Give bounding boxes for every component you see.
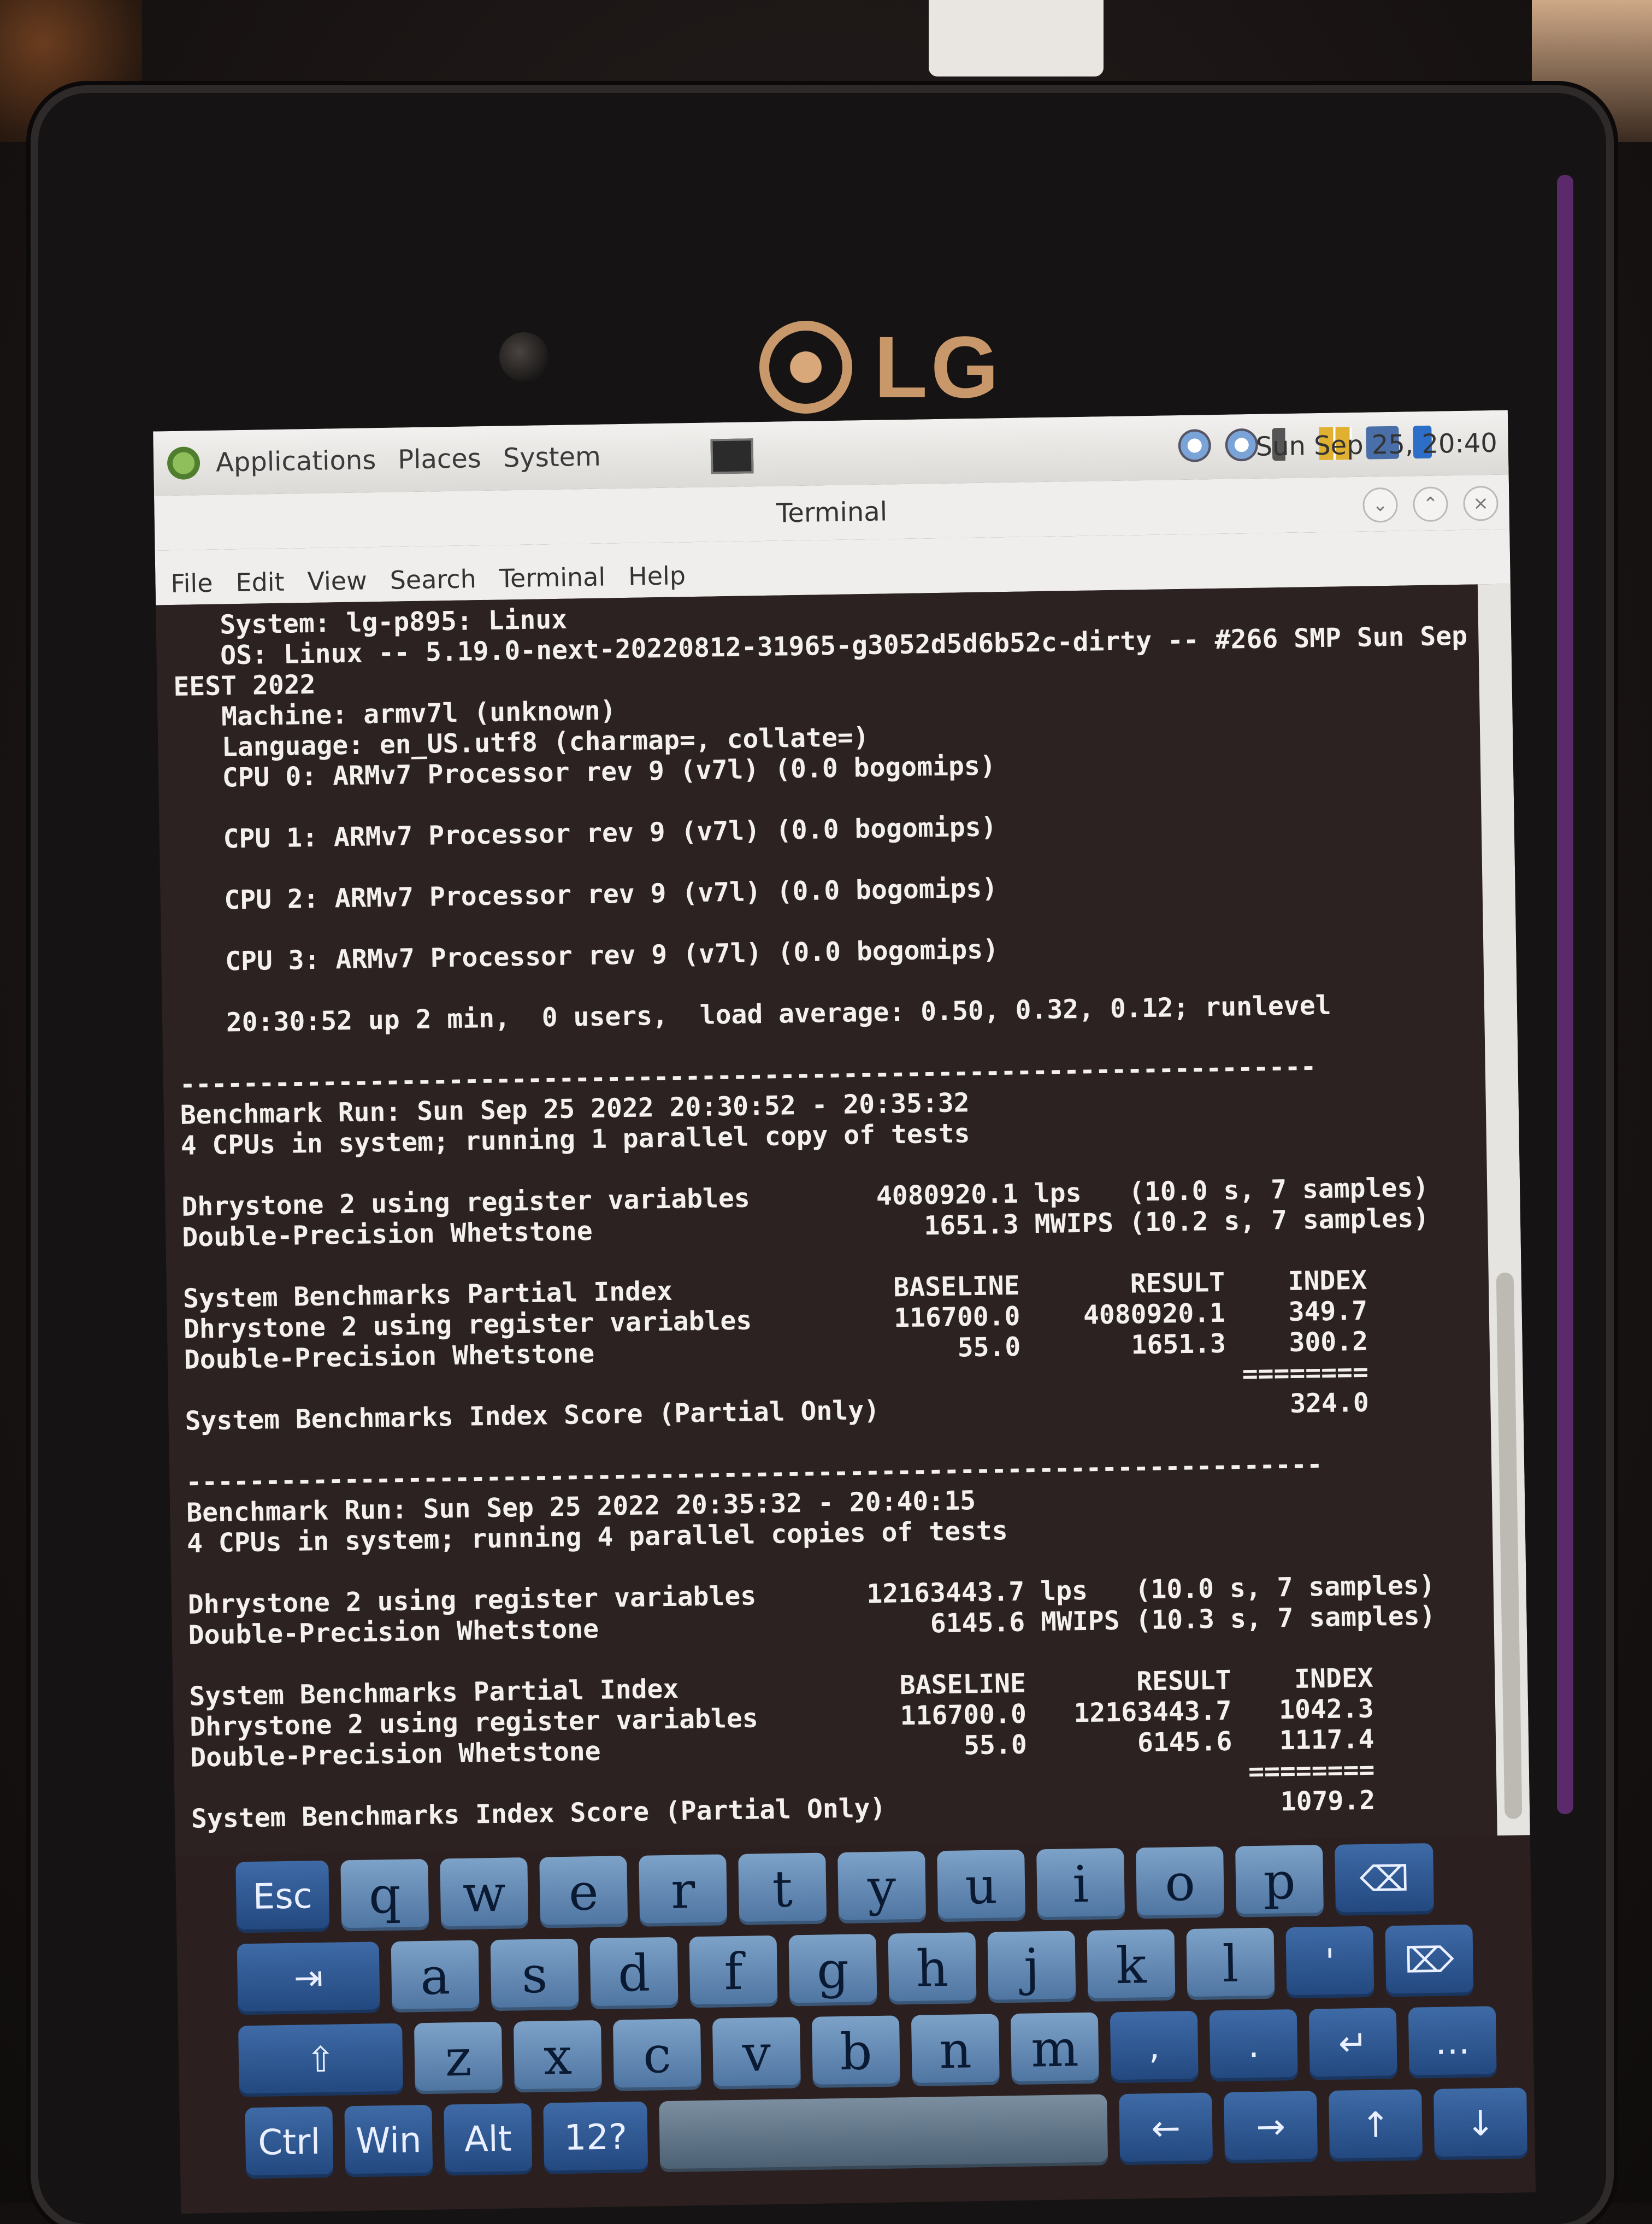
screen: Applications Places System Sun Sep 25, 2… <box>153 410 1536 2214</box>
network-icon[interactable] <box>1178 429 1212 462</box>
onscreen-keyboard: Esc q w e r t y u i o p ⌫ ⇥ a s d f g h j k l ' ⌦ ⇧ z x c v b n m,. ↵… Ct… <box>230 1841 1536 2211</box>
key-f[interactable]: f <box>689 1935 778 2008</box>
lg-logo-icon <box>759 321 852 414</box>
key-e[interactable]: e <box>539 1856 628 1928</box>
key-i[interactable]: i <box>1036 1848 1125 1921</box>
brand-logo: LG <box>759 317 1002 417</box>
space-key[interactable] <box>659 2094 1108 2173</box>
window-controls: ⌄ ⌃ × <box>1362 485 1499 523</box>
apostrophe-key[interactable]: ' <box>1285 1926 1374 1999</box>
panel-menu-places[interactable]: Places <box>398 443 481 475</box>
menu-edit[interactable]: Edit <box>235 567 285 597</box>
terminal-launcher-icon[interactable] <box>710 438 754 474</box>
scrollbar-thumb[interactable] <box>1496 1272 1523 1819</box>
key-g[interactable]: g <box>788 1934 877 2007</box>
window-title: Terminal <box>776 496 888 529</box>
brand-text: LG <box>874 318 1002 416</box>
key-p[interactable]: p <box>1235 1845 1324 1917</box>
terminal-output[interactable]: System: lg-p895: Linux OS: Linux -- 5.19… <box>156 584 1497 1857</box>
key-y[interactable]: y <box>837 1851 927 1924</box>
key-d[interactable]: d <box>589 1937 678 2010</box>
update-icon[interactable] <box>1225 428 1259 462</box>
arrow-right-key[interactable]: → <box>1224 2091 1318 2164</box>
front-camera <box>499 332 548 381</box>
key-a[interactable]: a <box>391 1940 480 2013</box>
applications-logo-icon[interactable] <box>164 444 203 483</box>
key-r[interactable]: r <box>639 1854 728 1927</box>
menu-file[interactable]: File <box>170 568 213 598</box>
period-key[interactable]: . <box>1209 2009 1298 2082</box>
win-key[interactable]: Win <box>344 2104 433 2178</box>
key-m[interactable]: m <box>1010 2012 1099 2085</box>
key-t[interactable]: t <box>738 1852 827 1925</box>
key-b[interactable]: b <box>811 2015 900 2088</box>
close-button[interactable]: × <box>1463 485 1499 521</box>
numbers-key[interactable]: 12? <box>543 2101 648 2174</box>
esc-key[interactable]: Esc <box>235 1860 330 1933</box>
more-key[interactable]: … <box>1408 2006 1497 2079</box>
arrow-down-key[interactable]: ↓ <box>1433 2087 1528 2161</box>
panel-menu-applications[interactable]: Applications <box>216 445 376 478</box>
menu-search[interactable]: Search <box>390 564 476 595</box>
shift-key[interactable]: ⇧ <box>238 2023 404 2097</box>
key-q[interactable]: q <box>340 1858 429 1932</box>
panel-menu-system[interactable]: System <box>503 442 601 474</box>
charging-cable <box>929 0 1104 77</box>
delete-key[interactable]: ⌦ <box>1385 1924 1474 1997</box>
alt-key[interactable]: Alt <box>444 2103 533 2176</box>
key-s[interactable]: s <box>490 1938 579 2011</box>
menu-help[interactable]: Help <box>628 561 686 591</box>
key-u[interactable]: u <box>937 1849 1026 1922</box>
key-h[interactable]: h <box>888 1932 977 2005</box>
arrow-left-key[interactable]: ← <box>1119 2092 1213 2166</box>
panel-clock[interactable]: Sun Sep 25, 20:40 <box>1255 428 1497 462</box>
key-x[interactable]: x <box>513 2020 602 2093</box>
backspace-key[interactable]: ⌫ <box>1335 1843 1435 1916</box>
key-z[interactable]: z <box>414 2021 503 2094</box>
tab-key[interactable]: ⇥ <box>237 1941 380 2015</box>
menu-view[interactable]: View <box>307 566 367 596</box>
key-c[interactable]: c <box>612 2019 701 2091</box>
key-o[interactable]: o <box>1136 1846 1225 1919</box>
enter-key[interactable]: ↵ <box>1308 2008 1397 2080</box>
key-v[interactable]: v <box>712 2017 801 2090</box>
key-w[interactable]: w <box>440 1857 529 1930</box>
menu-terminal[interactable]: Terminal <box>499 562 605 593</box>
case-edge <box>1557 175 1573 1814</box>
key-k[interactable]: k <box>1087 1929 1176 2002</box>
key-n[interactable]: n <box>911 2014 1000 2087</box>
maximize-button[interactable]: ⌃ <box>1413 486 1449 522</box>
ctrl-key[interactable]: Ctrl <box>245 2106 334 2179</box>
comma-key[interactable]: , <box>1110 2010 1199 2084</box>
arrow-up-key[interactable]: ↑ <box>1329 2089 1423 2162</box>
key-j[interactable]: j <box>987 1931 1076 2003</box>
key-l[interactable]: l <box>1186 1927 1275 2001</box>
minimize-button[interactable]: ⌄ <box>1362 487 1399 523</box>
